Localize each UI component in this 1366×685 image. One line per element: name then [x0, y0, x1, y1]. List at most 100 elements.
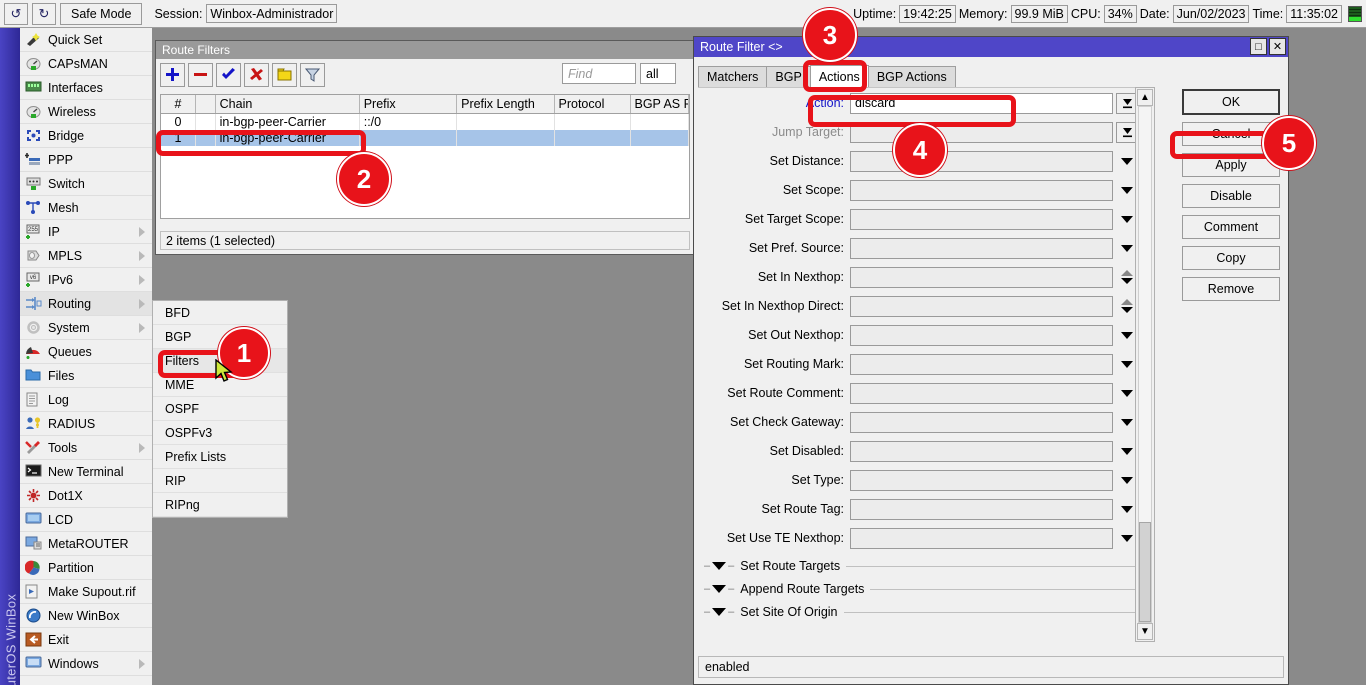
- comment-icon[interactable]: [272, 62, 297, 87]
- column-header[interactable]: Prefix: [360, 95, 458, 113]
- sidebar-item-ip[interactable]: 255 IP: [20, 220, 152, 244]
- field-input-set-in-nexthop-direct[interactable]: [850, 295, 1113, 317]
- scroll-down-icon[interactable]: ▼: [1137, 623, 1153, 640]
- sidebar-item-partition[interactable]: Partition: [20, 556, 152, 580]
- form-scrollbar[interactable]: ▲ ▼: [1135, 87, 1155, 642]
- tab-matchers[interactable]: Matchers: [698, 66, 768, 88]
- add-icon[interactable]: [160, 62, 185, 87]
- sidebar-item-lcd[interactable]: LCD: [20, 508, 152, 532]
- field-input-set-in-nexthop[interactable]: [850, 266, 1113, 288]
- scroll-up-icon[interactable]: ▲: [1137, 89, 1153, 106]
- field-label: Set Routing Mark:: [743, 357, 844, 371]
- tab-bgp-actions[interactable]: BGP Actions: [867, 66, 956, 88]
- column-header[interactable]: #: [161, 95, 197, 113]
- sidebar-item-queues[interactable]: Queues: [20, 340, 152, 364]
- sidebar-item-new-winbox[interactable]: New WinBox: [20, 604, 152, 628]
- cpu-meter-icon: [1348, 6, 1362, 22]
- section-toggle-set-route-targets[interactable]: – – Set Route Targets: [698, 556, 1138, 576]
- table-row[interactable]: 0 in-bgp-peer-Carrier::/0: [161, 114, 689, 130]
- sidebar-item-ppp[interactable]: PPP: [20, 148, 152, 172]
- scroll-track[interactable]: [1138, 106, 1152, 623]
- chevron-down-icon[interactable]: [712, 585, 727, 593]
- sidebar-item-dot1x[interactable]: Dot1X: [20, 484, 152, 508]
- submenu-item-ospf[interactable]: OSPF: [153, 397, 287, 421]
- column-header[interactable]: [196, 95, 216, 113]
- field-input-set-route-tag[interactable]: [850, 498, 1113, 520]
- sidebar-item-capsman[interactable]: CAPsMAN: [20, 52, 152, 76]
- field-input-set-out-nexthop[interactable]: [850, 324, 1113, 346]
- field-input-set-use-te-nexthop[interactable]: [850, 527, 1113, 549]
- remove-icon[interactable]: [188, 62, 213, 87]
- redo-icon[interactable]: ↻: [32, 2, 56, 25]
- submenu-item-rip[interactable]: RIP: [153, 469, 287, 493]
- sidebar-item-quick-set[interactable]: Quick Set: [20, 28, 152, 52]
- sidebar-item-metarouter[interactable]: MetaROUTER: [20, 532, 152, 556]
- comment-button[interactable]: Comment: [1182, 215, 1280, 239]
- sidebar-item-new-terminal[interactable]: New Terminal: [20, 460, 152, 484]
- safe-mode-button[interactable]: Safe Mode: [60, 2, 143, 25]
- disable-icon[interactable]: [244, 62, 269, 87]
- sidebar-item-exit[interactable]: Exit: [20, 628, 152, 652]
- field-label: Jump Target:: [771, 125, 844, 139]
- cell-prefix: ::/0: [360, 114, 458, 130]
- field-input-set-scope[interactable]: [850, 179, 1113, 201]
- field-label: Set In Nexthop Direct:: [721, 299, 844, 313]
- sidebar-item-label: Log: [48, 392, 69, 407]
- field-input-set-disabled[interactable]: [850, 440, 1113, 462]
- maximize-icon[interactable]: □: [1250, 38, 1267, 55]
- session-value[interactable]: Winbox-Administrador: [206, 4, 338, 23]
- column-header[interactable]: Chain: [216, 95, 360, 113]
- sidebar-item-files[interactable]: Files: [20, 364, 152, 388]
- ipv6-icon: v6: [25, 272, 42, 288]
- column-header[interactable]: Prefix Length: [457, 95, 555, 113]
- field-input-set-route-comment[interactable]: [850, 382, 1113, 404]
- section-toggle-append-route-targets[interactable]: – – Append Route Targets: [698, 579, 1138, 599]
- column-header[interactable]: BGP AS P: [631, 95, 689, 113]
- sidebar-item-mesh[interactable]: Mesh: [20, 196, 152, 220]
- chevron-down-icon[interactable]: [712, 608, 727, 616]
- filter-icon[interactable]: [300, 62, 325, 87]
- sidebar-item-label: MPLS: [48, 248, 83, 263]
- undo-icon[interactable]: ↺: [4, 2, 28, 25]
- disable-button[interactable]: Disable: [1182, 184, 1280, 208]
- ok-button[interactable]: OK: [1182, 89, 1280, 115]
- copy-button[interactable]: Copy: [1182, 246, 1280, 270]
- section-toggle-set-site-of-origin[interactable]: – – Set Site Of Origin: [698, 602, 1138, 622]
- enable-icon[interactable]: [216, 62, 241, 87]
- column-header[interactable]: Protocol: [555, 95, 631, 113]
- sidebar-item-mpls[interactable]: MPLS: [20, 244, 152, 268]
- field-input-set-check-gateway[interactable]: [850, 411, 1113, 433]
- search-input[interactable]: Find: [562, 63, 636, 84]
- sidebar-item-make-supout-rif[interactable]: Make Supout.rif: [20, 580, 152, 604]
- field-input-set-routing-mark[interactable]: [850, 353, 1113, 375]
- sidebar-item-bridge[interactable]: Bridge: [20, 124, 152, 148]
- annotation-highlight-actions-tab: [803, 60, 867, 92]
- sidebar-item-label: Tools: [48, 440, 78, 455]
- sidebar-item-routing[interactable]: Routing: [20, 292, 152, 316]
- field-input-set-pref-source[interactable]: [850, 237, 1113, 259]
- route-filters-title: Route Filters: [156, 41, 694, 59]
- sidebar-item-interfaces[interactable]: Interfaces: [20, 76, 152, 100]
- sidebar-item-log[interactable]: Log: [20, 388, 152, 412]
- sidebar-item-wireless[interactable]: Wireless: [20, 100, 152, 124]
- field-input-set-distance[interactable]: [850, 150, 1113, 172]
- submenu-item-ripng[interactable]: RIPng: [153, 493, 287, 517]
- field-input-set-type[interactable]: [850, 469, 1113, 491]
- sidebar-item-windows[interactable]: Windows: [20, 652, 152, 676]
- submenu-item-prefix-lists[interactable]: Prefix Lists: [153, 445, 287, 469]
- filter-scope-select[interactable]: all: [640, 63, 676, 84]
- files-icon: [25, 368, 42, 384]
- field-input-set-target-scope[interactable]: [850, 208, 1113, 230]
- submenu-item-bfd[interactable]: BFD: [153, 301, 287, 325]
- scroll-thumb[interactable]: [1139, 522, 1151, 622]
- sidebar-item-system[interactable]: System: [20, 316, 152, 340]
- submenu-item-ospfv3[interactable]: OSPFv3: [153, 421, 287, 445]
- sidebar-item-radius[interactable]: RADIUS: [20, 412, 152, 436]
- sidebar-item-ipv6[interactable]: v6 IPv6: [20, 268, 152, 292]
- chevron-down-icon[interactable]: [712, 562, 727, 570]
- sidebar-item-switch[interactable]: Switch: [20, 172, 152, 196]
- section-dash: –: [728, 583, 735, 595]
- close-icon[interactable]: ✕: [1269, 38, 1286, 55]
- remove-button[interactable]: Remove: [1182, 277, 1280, 301]
- sidebar-item-tools[interactable]: Tools: [20, 436, 152, 460]
